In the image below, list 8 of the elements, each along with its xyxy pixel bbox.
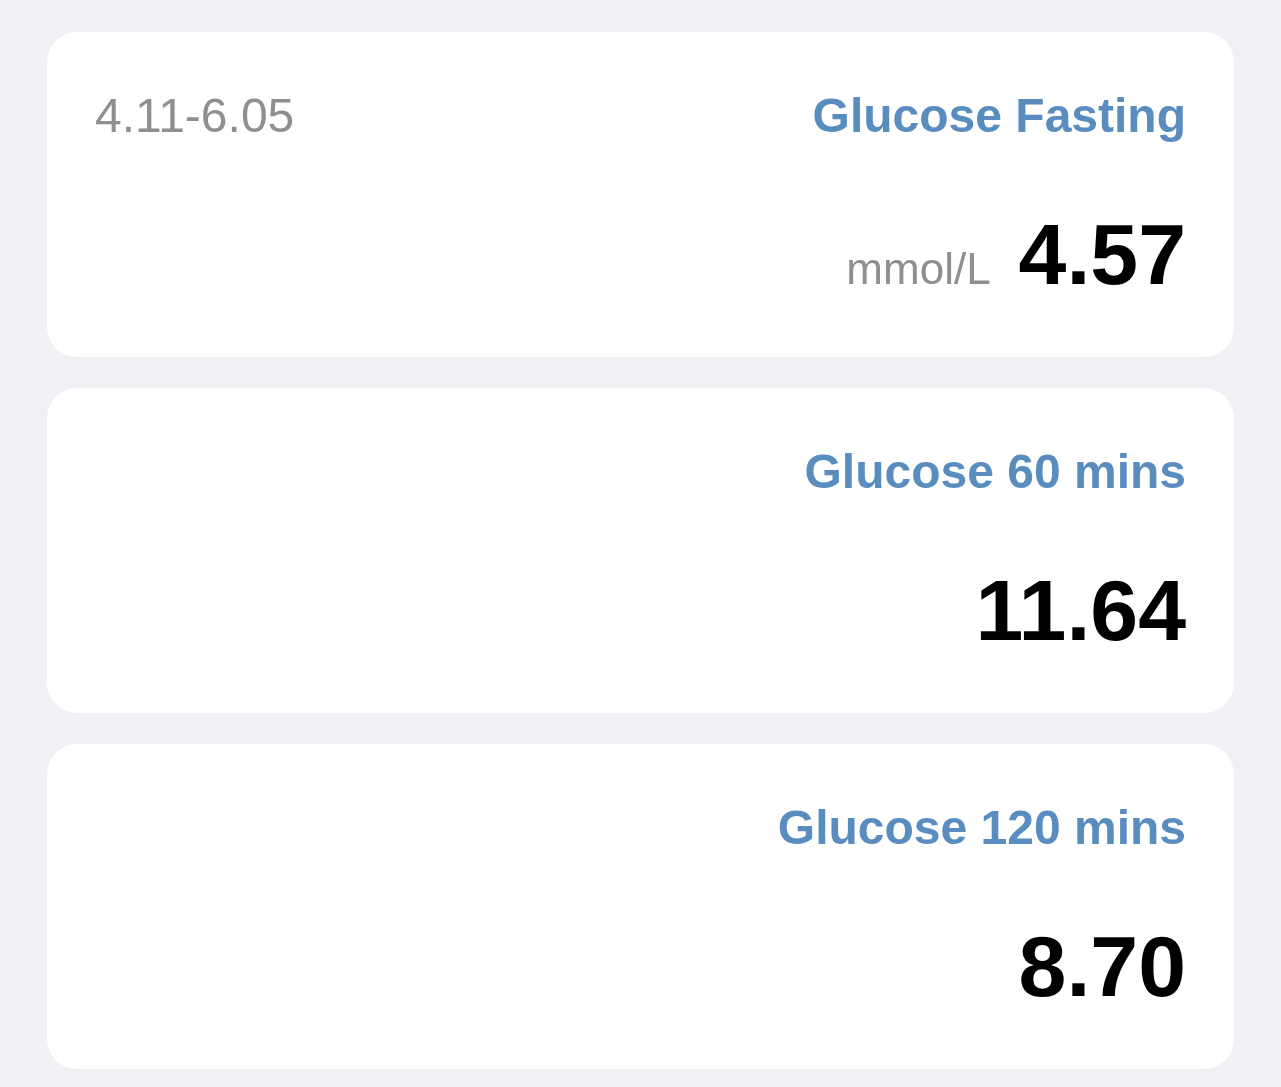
result-value: 8.70 [1018,923,1186,1009]
test-name: Glucose 60 mins [804,448,1186,496]
reference-range: 4.11-6.05 [95,92,295,140]
test-name: Glucose Fasting [812,92,1186,140]
unit-label: mmol/L [846,247,991,291]
test-name: Glucose 120 mins [777,804,1186,852]
result-value: 4.57 [1018,211,1186,297]
result-value: 11.64 [975,567,1186,653]
